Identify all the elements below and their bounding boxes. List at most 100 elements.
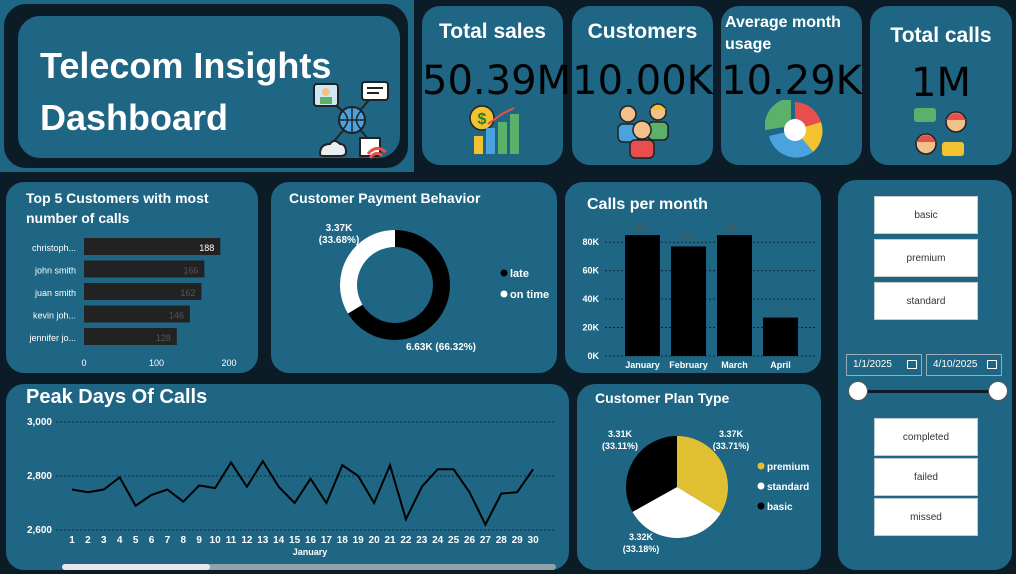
tick-label: 0 bbox=[81, 358, 86, 368]
scrollbar-thumb[interactable] bbox=[62, 564, 210, 570]
standard-percent-label: (33.18%) bbox=[623, 544, 660, 554]
bar bbox=[671, 246, 706, 356]
x-tick-label: 13 bbox=[257, 535, 269, 546]
data-label: 162 bbox=[180, 288, 195, 298]
late-label: 6.63K (66.32%) bbox=[406, 342, 476, 353]
plan-filter-standard[interactable]: standard bbox=[874, 282, 978, 320]
x-tick-label: 12 bbox=[241, 535, 253, 546]
legend-marker-standard bbox=[757, 482, 765, 490]
kpi-total-calls: Total calls 1M bbox=[868, 4, 1014, 167]
data-label: 85K bbox=[726, 223, 742, 233]
y-tick-label: 80K bbox=[582, 237, 599, 247]
title-inner: Telecom Insights Dashboard bbox=[16, 14, 402, 160]
x-tick-label: 1 bbox=[69, 535, 75, 546]
customers-group-icon bbox=[617, 103, 669, 159]
date-start-input[interactable]: 1/1/2025 bbox=[846, 354, 922, 376]
x-tick-label: 3 bbox=[101, 535, 107, 546]
series-line bbox=[71, 459, 534, 527]
status-filter-completed[interactable]: completed bbox=[874, 418, 978, 456]
plan-type-pie-chart: 3.37K (33.71%) 3.31K (33.11%) 3.32K (33.18%) p… bbox=[602, 429, 809, 554]
data-label: 166 bbox=[183, 266, 198, 276]
category-label: jennifer jo... bbox=[28, 333, 76, 343]
bar bbox=[625, 235, 660, 356]
legend-marker-basic bbox=[757, 502, 765, 510]
x-tick-label: 15 bbox=[289, 535, 301, 546]
kpi-value: 50.39M bbox=[422, 58, 572, 104]
payment-behavior-card: Customer Payment Behavior 3.37K (33.68%) 6… bbox=[269, 180, 559, 375]
peak-days-line-chart: 3,0002,8002,6001 2 3 4 5 6 7 8 9 10 11 12 13 14 15 16 17… bbox=[27, 417, 556, 557]
status-filter-missed[interactable]: missed bbox=[874, 498, 978, 536]
x-tick-label: February bbox=[669, 360, 708, 370]
tick-label: 100 bbox=[149, 358, 164, 368]
data-label: 146 bbox=[169, 311, 184, 321]
x-tick-label: 21 bbox=[384, 535, 396, 546]
x-tick-label: 14 bbox=[273, 535, 285, 546]
y-tick-label: 40K bbox=[582, 294, 599, 304]
plan-filter-premium[interactable]: premium bbox=[874, 239, 978, 277]
y-tick-label: 0K bbox=[587, 351, 599, 361]
x-tick-label: 29 bbox=[512, 535, 524, 546]
x-tick-label: 2 bbox=[85, 535, 91, 546]
kpi-customers: Customers 10.00K bbox=[570, 4, 715, 167]
on-time-value-label: 3.37K bbox=[326, 223, 353, 234]
title-line-1: Telecom Insights bbox=[40, 45, 332, 86]
basic-percent-label: (33.11%) bbox=[602, 441, 638, 451]
kpi-value: 10.00K bbox=[572, 58, 713, 104]
data-label: 128 bbox=[156, 333, 171, 343]
y-tick-label: 2,600 bbox=[27, 525, 52, 536]
legend-label-standard: standard bbox=[767, 482, 809, 493]
data-label: 77K bbox=[680, 234, 696, 244]
x-tick-label: 28 bbox=[496, 535, 508, 546]
kpi-total-sales: Total sales 50.39M $ bbox=[420, 4, 572, 167]
x-tick-label: 4 bbox=[117, 535, 123, 546]
page-title: Telecom Insights Dashboard bbox=[40, 40, 331, 144]
x-tick-label: 22 bbox=[400, 535, 412, 546]
date-range-handle-start[interactable] bbox=[848, 381, 868, 401]
data-label: 188 bbox=[199, 243, 214, 253]
date-range-track[interactable] bbox=[858, 390, 998, 393]
x-tick-label: 27 bbox=[480, 535, 492, 546]
premium-value-label: 3.37K bbox=[719, 429, 744, 439]
x-tick-label: April bbox=[770, 360, 791, 370]
category-label: kevin joh... bbox=[33, 311, 76, 321]
plan-type-card: Customer Plan Type 3.37K (33.71%) 3.31K (33… bbox=[575, 382, 823, 572]
calendar-icon[interactable] bbox=[907, 360, 917, 369]
legend-label-premium: premium bbox=[767, 462, 809, 473]
x-tick-label: 5 bbox=[133, 535, 139, 546]
y-tick-label: 3,000 bbox=[27, 417, 52, 428]
legend-on-time-marker bbox=[500, 290, 508, 298]
x-tick-label: 9 bbox=[196, 535, 202, 546]
status-filter-failed[interactable]: failed bbox=[874, 458, 978, 496]
legend-late-label: late bbox=[510, 268, 529, 280]
x-tick-label: 6 bbox=[149, 535, 155, 546]
calendar-icon[interactable] bbox=[987, 360, 997, 369]
kpi-label: Total calls bbox=[890, 24, 992, 47]
top-customers-title: Top 5 Customers with most number of call… bbox=[26, 190, 209, 226]
x-tick-label: 23 bbox=[416, 535, 428, 546]
network-people-icon bbox=[313, 81, 389, 159]
plan-filter-basic[interactable]: basic bbox=[874, 196, 978, 234]
legend-marker-premium bbox=[757, 462, 765, 470]
date-range-handle-end[interactable] bbox=[988, 381, 1008, 401]
x-tick-label: 8 bbox=[181, 535, 187, 546]
kpi-value: 1M bbox=[911, 60, 971, 106]
kpi-label: Average month usage bbox=[725, 14, 841, 53]
category-label: juan smith bbox=[34, 288, 76, 298]
horizontal-scrollbar[interactable] bbox=[62, 564, 556, 570]
date-end-input[interactable]: 4/10/2025 bbox=[926, 354, 1002, 376]
x-tick-label: 18 bbox=[337, 535, 349, 546]
premium-percent-label: (33.71%) bbox=[713, 441, 750, 451]
peak-days-card: Peak Days Of Calls 3,000 2,800 2,600 1 2 3 4 5 6… bbox=[4, 382, 571, 572]
x-tick-label: 24 bbox=[432, 535, 444, 546]
kpi-value: 10.29K bbox=[721, 58, 862, 104]
x-axis-label: January bbox=[293, 547, 328, 557]
calls-month-title: Calls per month bbox=[587, 196, 708, 213]
title-card: Telecom Insights Dashboard bbox=[4, 4, 408, 168]
kpi-label: Customers bbox=[587, 20, 698, 43]
donut-hole bbox=[357, 247, 433, 323]
category-label: christoph... bbox=[32, 243, 76, 253]
x-tick-label: 25 bbox=[448, 535, 460, 546]
bar bbox=[763, 317, 798, 356]
basic-value-label: 3.31K bbox=[608, 429, 633, 439]
y-tick-label: 2,800 bbox=[27, 471, 52, 482]
